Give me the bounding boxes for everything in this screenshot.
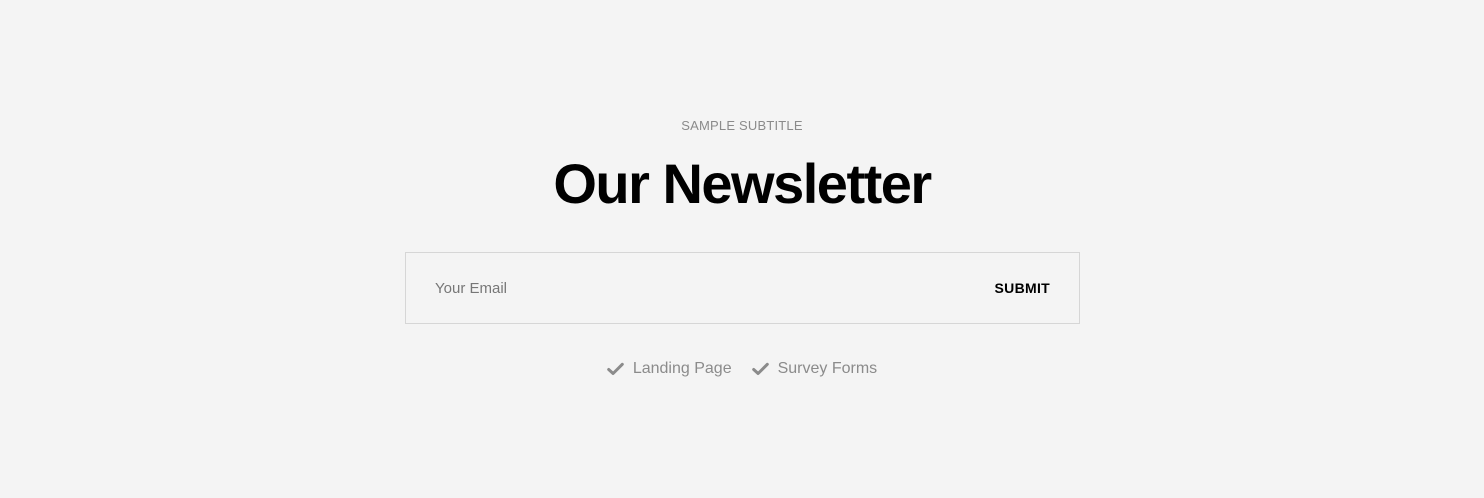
submit-button[interactable]: SUBMIT <box>995 253 1050 323</box>
check-icon <box>607 362 624 376</box>
feature-label: Landing Page <box>632 360 732 377</box>
feature-item-landing-page: Landing Page <box>607 360 732 378</box>
page-title: Our Newsletter <box>553 152 932 215</box>
section-subtitle: SAMPLE SUBTITLE <box>681 118 803 133</box>
check-icon <box>751 362 769 376</box>
newsletter-form: SUBMIT <box>405 252 1080 324</box>
feature-item-survey-forms: Survey Forms <box>751 360 878 378</box>
email-field[interactable] <box>435 253 955 323</box>
newsletter-section: SAMPLE SUBTITLE Our Newsletter SUBMIT La… <box>0 0 1484 498</box>
feature-label: Survey Forms <box>777 360 878 377</box>
feature-list: Landing Page Survey Forms <box>0 360 1484 378</box>
